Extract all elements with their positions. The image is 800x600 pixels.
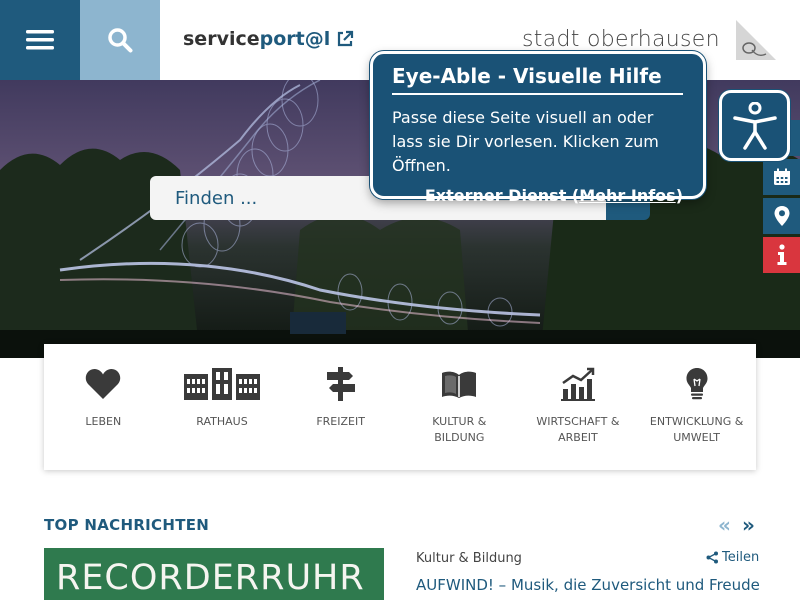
category-entwicklung-umwelt[interactable]: ENTWICKLUNG & UMWELT	[637, 344, 756, 470]
eye-able-tooltip: Eye-Able - Visuelle Hilfe Passe diese Se…	[370, 51, 706, 205]
category-label: ENTWICKLUNG & UMWELT	[649, 415, 744, 444]
tooltip-title: Eye-Able - Visuelle Hilfe	[392, 64, 683, 95]
serviceportal-link[interactable]: serviceport@l	[183, 28, 354, 50]
menu-button[interactable]	[0, 0, 80, 80]
side-calendar-button[interactable]	[763, 159, 800, 195]
tooltip-external-suffix: )	[675, 186, 683, 205]
info-icon	[777, 244, 786, 265]
share-label: Teilen	[722, 550, 760, 565]
category-kultur-bildung[interactable]: KULTUR & BILDUNG	[400, 344, 519, 470]
side-info-button[interactable]	[763, 237, 800, 273]
building-icon	[183, 368, 260, 400]
category-label: LEBEN	[85, 415, 122, 428]
heart-icon	[86, 369, 121, 399]
eye-able-button[interactable]	[719, 90, 790, 161]
header-search-button[interactable]	[80, 0, 160, 80]
tooltip-text: Passe diese Seite visuell an oder lass s…	[392, 108, 659, 175]
news-image-text: RECORDERRUHR	[56, 558, 365, 598]
serviceportal-prefix: service	[183, 28, 260, 50]
more-info-link[interactable]: Mehr Infos	[579, 186, 675, 205]
side-map-button[interactable]	[763, 198, 800, 234]
category-panel: LEBEN RATHAUS FREIZEIT KULTUR & BILDUNG …	[44, 344, 756, 470]
tooltip-external-note: Externer Dienst (Mehr Infos)	[392, 186, 683, 205]
category-label: FREIZEIT	[316, 415, 365, 428]
calendar-icon	[773, 168, 790, 185]
share-icon	[706, 551, 718, 564]
book-icon	[442, 371, 477, 398]
signpost-icon	[326, 367, 355, 401]
category-rathaus[interactable]: RATHAUS	[163, 344, 282, 470]
tooltip-external-prefix: Externer Dienst (	[424, 186, 580, 205]
news-headline[interactable]: AUFWIND! – Musik, die Zuversicht und Fre…	[416, 576, 760, 594]
search-icon	[108, 28, 133, 53]
news-category: Kultur & Bildung	[416, 551, 522, 566]
category-freizeit[interactable]: FREIZEIT	[281, 344, 400, 470]
serviceportal-accent: port@l	[259, 28, 331, 50]
share-button[interactable]: Teilen	[706, 550, 759, 565]
category-leben[interactable]: LEBEN	[44, 344, 163, 470]
city-logo-icon[interactable]	[736, 20, 776, 60]
category-label: WIRTSCHAFT & ARBEIT	[536, 415, 620, 444]
accessibility-person-icon	[732, 101, 777, 150]
category-label: RATHAUS	[196, 415, 248, 428]
external-link-icon	[338, 30, 354, 47]
map-marker-icon	[774, 206, 789, 226]
news-next-button[interactable]: »	[742, 513, 755, 537]
top-news-title: TOP NACHRICHTEN	[44, 516, 210, 534]
chart-icon	[560, 367, 595, 401]
category-wirtschaft-arbeit[interactable]: WIRTSCHAFT & ARBEIT	[519, 344, 638, 470]
news-image[interactable]: RECORDERRUHR	[44, 548, 384, 600]
lightbulb-icon	[686, 368, 708, 400]
news-prev-button[interactable]: «	[718, 513, 731, 537]
category-label: KULTUR & BILDUNG	[432, 415, 487, 444]
site-logo-text[interactable]: stadt oberhausen	[522, 27, 720, 52]
hamburger-icon	[26, 30, 54, 50]
